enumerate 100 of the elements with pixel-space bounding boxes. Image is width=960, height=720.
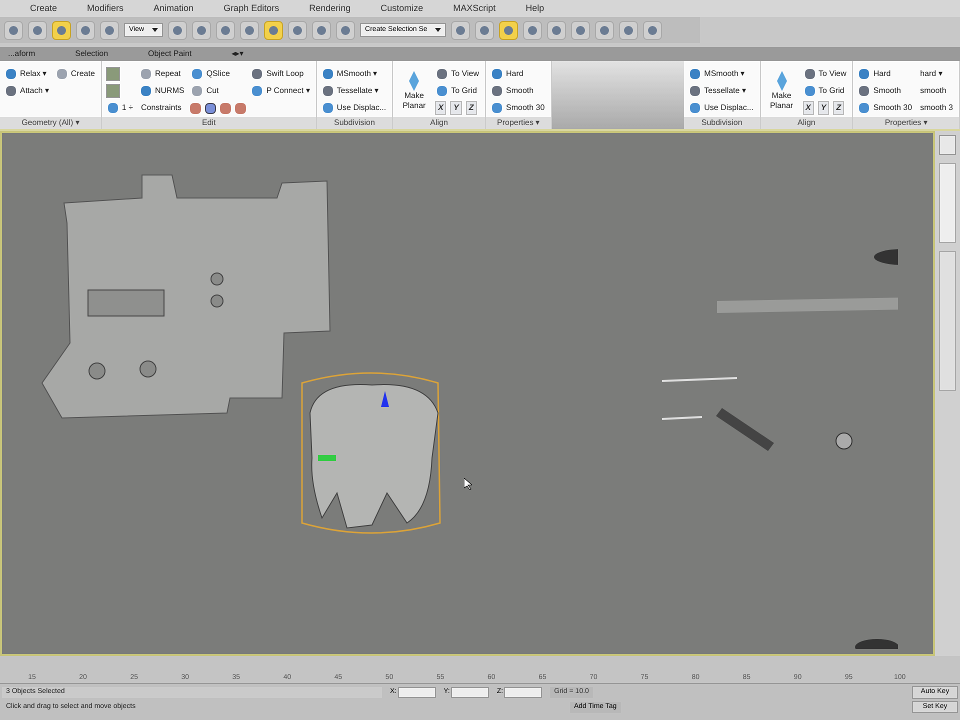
menu-item[interactable]: Graph Editors	[224, 2, 280, 16]
ribbon-label: smooth 3	[919, 102, 954, 114]
toolbar-icon[interactable]	[643, 20, 662, 40]
toolbar-icon[interactable]	[216, 20, 236, 40]
ribbon-button[interactable]: Repeat	[138, 65, 186, 82]
tool-icon	[192, 86, 202, 96]
caret-icon	[152, 28, 158, 32]
tool-icon	[322, 86, 333, 96]
ribbon-button[interactable]: Smooth 30	[857, 100, 914, 117]
ribbon-button[interactable]: Use Displac...	[320, 100, 388, 117]
ribbon-button[interactable]: To View	[802, 65, 848, 82]
toolbar-icon[interactable]	[192, 20, 212, 40]
axis-button[interactable]: Z	[833, 101, 844, 116]
toolbar-icon[interactable]	[168, 20, 188, 40]
menu-item[interactable]: Customize	[380, 2, 424, 16]
tool-icon	[859, 86, 870, 96]
ribbon-button[interactable]: Smooth	[857, 82, 914, 100]
axis-button[interactable]: X	[435, 101, 446, 116]
tool-icon	[859, 68, 870, 79]
menu-item[interactable]: Create	[30, 2, 58, 16]
ribbon-button[interactable]: Create	[54, 65, 97, 82]
ribbon-button[interactable]: Use Displac...	[688, 100, 756, 117]
menu-item[interactable]: Help	[526, 2, 544, 16]
panel-title: Geometry (All) ▾	[0, 117, 101, 129]
tool-icon[interactable]	[106, 84, 120, 98]
tool-icon	[56, 68, 67, 79]
tool-icon	[252, 86, 262, 96]
ribbon-button[interactable]: Attach ▾	[4, 82, 51, 100]
ribbon-tab[interactable]: ...aform	[8, 48, 36, 60]
cursor-icon	[464, 478, 472, 490]
tool-icon	[492, 103, 502, 114]
tool-icon	[108, 103, 118, 114]
ribbon-button[interactable]: Cut	[190, 82, 246, 100]
menu-item[interactable]: Modifiers	[87, 2, 124, 16]
menu-item[interactable]: Animation	[154, 2, 194, 16]
toolbar-icon[interactable]	[499, 20, 518, 40]
axis-button[interactable]: Y	[818, 101, 830, 116]
tool-icon	[492, 68, 502, 79]
ribbon-label: Constraints	[140, 102, 182, 114]
axis-button[interactable]: Y	[450, 101, 462, 116]
ribbon-button[interactable]: 1 ÷	[106, 100, 135, 117]
axis-button[interactable]: X	[802, 101, 814, 116]
axis-button[interactable]: Z	[466, 101, 477, 116]
menu-item[interactable]: MAXScript	[453, 2, 496, 16]
ribbon-button[interactable]: Swift Loop	[250, 65, 312, 82]
tool-icon	[140, 68, 151, 79]
make-planar-button[interactable]: Make Planar	[764, 71, 799, 111]
ribbon-button[interactable]: Smooth	[490, 82, 547, 100]
toolbar-icon[interactable]	[312, 20, 332, 40]
constraint-icon[interactable]	[205, 102, 216, 114]
ribbon-button[interactable]: Tessellate ▾	[688, 82, 756, 100]
toolbar-icon[interactable]	[475, 20, 494, 40]
ribbon-tab[interactable]: Object Paint	[148, 48, 192, 60]
toolbar-icon[interactable]	[288, 20, 308, 40]
toolbar-icon[interactable]	[4, 20, 23, 40]
toolbar-icon[interactable]	[595, 20, 614, 40]
ribbon-button[interactable]: To Grid	[435, 82, 481, 100]
ribbon-button[interactable]: MSmooth ▾	[320, 65, 388, 82]
ribbon-button[interactable]: Hard	[490, 65, 547, 82]
toolbar-icon[interactable]	[264, 20, 284, 40]
tool-icon	[252, 68, 262, 79]
make-planar-button[interactable]: Make Planar	[397, 71, 432, 111]
ribbon-button[interactable]: Hard	[857, 65, 914, 82]
ribbon-button[interactable]: QSlice	[190, 65, 246, 82]
toolbar-icon[interactable]	[76, 20, 95, 40]
toolbar-icon[interactable]	[547, 20, 566, 40]
ribbon-button[interactable]: NURMS	[138, 82, 186, 100]
ribbon-tab[interactable]: ◂▸▾	[232, 48, 244, 60]
toolbar-icon[interactable]	[28, 20, 47, 40]
toolbar-icon[interactable]	[52, 20, 71, 40]
panel-title: Align	[393, 117, 485, 129]
toolbar-icon[interactable]	[451, 20, 470, 40]
toolbar-icon[interactable]	[100, 20, 119, 40]
tool-icon[interactable]	[106, 66, 120, 81]
ribbon-button[interactable]: Tessellate ▾	[320, 82, 388, 100]
ribbon-button[interactable]: Smooth 30	[490, 100, 547, 117]
ribbon-button[interactable]: To Grid	[802, 82, 848, 100]
coordinate-field[interactable]	[398, 687, 436, 698]
toolbar-icon[interactable]	[240, 20, 260, 40]
menu-item[interactable]: Rendering	[309, 2, 351, 16]
toolbar-icon[interactable]	[619, 20, 638, 40]
tool-icon	[804, 68, 815, 79]
ribbon-button[interactable]: MSmooth ▾	[688, 65, 756, 82]
plane-icon	[408, 71, 420, 91]
panel-title: Subdivision	[684, 117, 760, 129]
coordinate-field[interactable]	[450, 687, 489, 698]
caret-icon	[435, 28, 442, 32]
tool-icon	[437, 86, 448, 96]
panel-title: Align	[760, 117, 852, 129]
toolbar-icon[interactable]	[571, 20, 590, 40]
tool-icon	[690, 103, 700, 114]
toolbar-icon[interactable]	[523, 20, 542, 40]
tool-icon	[6, 86, 16, 96]
ribbon-button[interactable]: P Connect ▾	[250, 82, 312, 100]
panel-title: Properties ▾	[486, 117, 551, 129]
coordinate-field[interactable]	[504, 687, 542, 698]
ribbon-button[interactable]: Relax ▾	[4, 65, 51, 82]
toolbar-icon[interactable]	[336, 20, 356, 40]
ribbon-button[interactable]: To View	[435, 65, 481, 82]
ribbon-tab[interactable]: Selection	[75, 48, 108, 60]
